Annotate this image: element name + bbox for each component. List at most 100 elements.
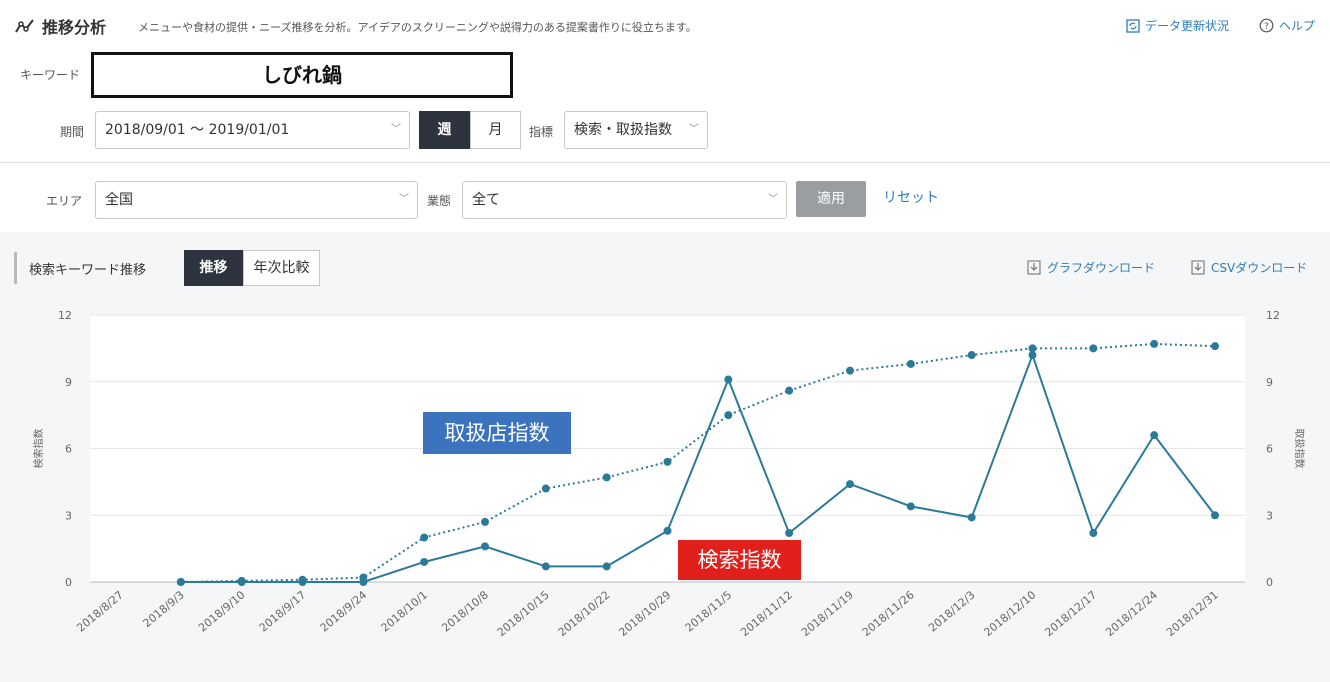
x-tick-label: 2018/10/8	[439, 588, 491, 634]
reset-link[interactable]: リセット	[883, 187, 939, 207]
tab-trend[interactable]: 推移	[184, 250, 243, 286]
x-tick-label: 2018/12/31	[1164, 588, 1221, 639]
data-point-search	[785, 529, 794, 538]
search-index-annotation: 検索指数	[678, 540, 801, 580]
x-tick-label: 2018/8/27	[74, 588, 126, 634]
data-point-handling	[967, 351, 976, 360]
y-tick-right: 12	[1266, 309, 1280, 322]
trend-chart: 0 03 36 69 912 12検索指数 取扱指数2018/8/27 2018/9/3 201…	[32, 309, 1306, 639]
data-point-search	[1211, 511, 1219, 520]
data-point-handling	[237, 576, 246, 585]
y-tick-left: 6	[65, 443, 72, 456]
graph-download-label: グラフダウンロード	[1047, 261, 1156, 275]
data-point-handling	[359, 573, 368, 582]
period-value: 2018/09/01 〜 2019/01/01	[105, 122, 290, 138]
page-header: 推移分析 メニューや食材の提供・ニーズ推移を分析。アイデアのスクリーニングや説得…	[0, 0, 1330, 50]
help-icon: ?	[1259, 18, 1274, 33]
csv-download-label: CSVダウンロード	[1211, 261, 1308, 275]
data-point-search	[420, 557, 429, 566]
panel-title: 検索キーワード推移	[29, 263, 147, 278]
metric-value: 検索・取扱指数	[574, 122, 672, 138]
metric-label: 指標	[529, 125, 554, 139]
refresh-icon	[1126, 18, 1140, 33]
data-point-handling	[602, 473, 611, 482]
y-tick-left: 3	[65, 509, 72, 522]
y-tick-right: 9	[1266, 376, 1273, 389]
x-tick-label: 2018/12/24	[1103, 588, 1160, 639]
x-tick-label: 2018/10/1	[379, 588, 431, 634]
apply-button[interactable]: 適用	[796, 181, 866, 217]
y-tick-left: 0	[65, 576, 72, 589]
data-update-label: データ更新状況	[1145, 19, 1230, 33]
data-point-handling	[176, 578, 185, 586]
trend-analysis-icon	[15, 19, 34, 33]
x-tick-label: 2018/12/10	[982, 588, 1039, 639]
chevron-down-icon: ﹀	[399, 194, 409, 205]
x-tick-label: 2018/9/24	[318, 588, 370, 634]
x-tick-label: 2018/11/12	[738, 588, 795, 639]
download-icon	[1191, 260, 1205, 275]
x-tick-label: 2018/9/10	[196, 588, 248, 634]
area-label: エリア	[46, 194, 83, 208]
granularity-toggle: 週 月	[419, 111, 521, 149]
data-point-handling	[298, 575, 307, 584]
x-tick-label: 2018/10/22	[556, 588, 613, 639]
x-tick-label: 2018/11/26	[860, 588, 917, 639]
download-icon	[1027, 260, 1041, 275]
data-point-search	[481, 542, 489, 551]
y-tick-right: 3	[1266, 509, 1273, 522]
section-divider	[0, 162, 1330, 163]
y-axis-label-right: 取扱指数	[1293, 429, 1306, 469]
data-point-search	[1150, 431, 1159, 440]
data-point-search	[846, 480, 854, 489]
data-point-handling	[1150, 339, 1159, 348]
help-link[interactable]: ? ヘルプ	[1259, 17, 1315, 34]
period-label: 期間	[60, 125, 85, 139]
y-tick-right: 0	[1266, 576, 1273, 589]
data-point-search	[663, 526, 672, 535]
graph-download-link[interactable]: グラフダウンロード	[1027, 259, 1155, 276]
data-point-search	[906, 502, 915, 511]
handling-index-annotation: 取扱店指数	[423, 412, 571, 454]
chevron-down-icon: ﹀	[391, 124, 401, 135]
x-tick-label: 2018/11/5	[683, 588, 735, 634]
keyword-label: キーワード	[20, 68, 81, 82]
chevron-down-icon: ﹀	[689, 124, 699, 135]
data-point-search	[967, 513, 976, 522]
csv-download-link[interactable]: CSVダウンロード	[1191, 259, 1307, 276]
x-tick-label: 2018/10/29	[617, 588, 674, 639]
x-tick-label: 2018/11/19	[799, 588, 856, 639]
x-tick-label: 2018/9/3	[141, 588, 187, 630]
x-tick-label: 2018/10/15	[495, 588, 552, 639]
svg-text:?: ?	[1264, 22, 1269, 32]
data-update-link[interactable]: データ更新状況	[1126, 17, 1229, 34]
data-point-search	[724, 375, 733, 384]
metric-select[interactable]: 検索・取扱指数 ﹀	[564, 111, 708, 149]
data-point-handling	[1089, 344, 1098, 353]
area-select[interactable]: 全国 ﹀	[95, 181, 418, 219]
y-tick-left: 12	[58, 309, 72, 322]
data-point-handling	[785, 386, 794, 395]
data-point-handling	[846, 366, 854, 375]
period-select[interactable]: 2018/09/01 〜 2019/01/01 ﹀	[95, 111, 410, 149]
x-tick-label: 2018/12/17	[1042, 588, 1099, 639]
keyword-input[interactable]: しびれ鍋	[91, 52, 513, 98]
area-value: 全国	[105, 192, 133, 208]
data-point-handling	[1211, 342, 1219, 351]
chevron-down-icon: ﹀	[768, 194, 778, 205]
tab-yearly-compare[interactable]: 年次比較	[243, 250, 320, 286]
help-label: ヘルプ	[1279, 19, 1316, 33]
business-select[interactable]: 全て ﹀	[462, 181, 787, 219]
chart-mode-tabs: 推移 年次比較	[184, 250, 320, 286]
y-axis-label-left: 検索指数	[32, 429, 45, 469]
week-button[interactable]: 週	[419, 111, 470, 149]
data-point-search	[1089, 529, 1098, 538]
data-point-handling	[906, 359, 915, 368]
data-point-handling	[420, 533, 429, 542]
data-point-handling	[481, 517, 489, 526]
data-point-search	[541, 562, 550, 571]
month-button[interactable]: 月	[470, 111, 521, 149]
y-tick-left: 9	[65, 376, 72, 389]
data-point-handling	[1028, 344, 1037, 353]
y-tick-right: 6	[1266, 443, 1273, 456]
